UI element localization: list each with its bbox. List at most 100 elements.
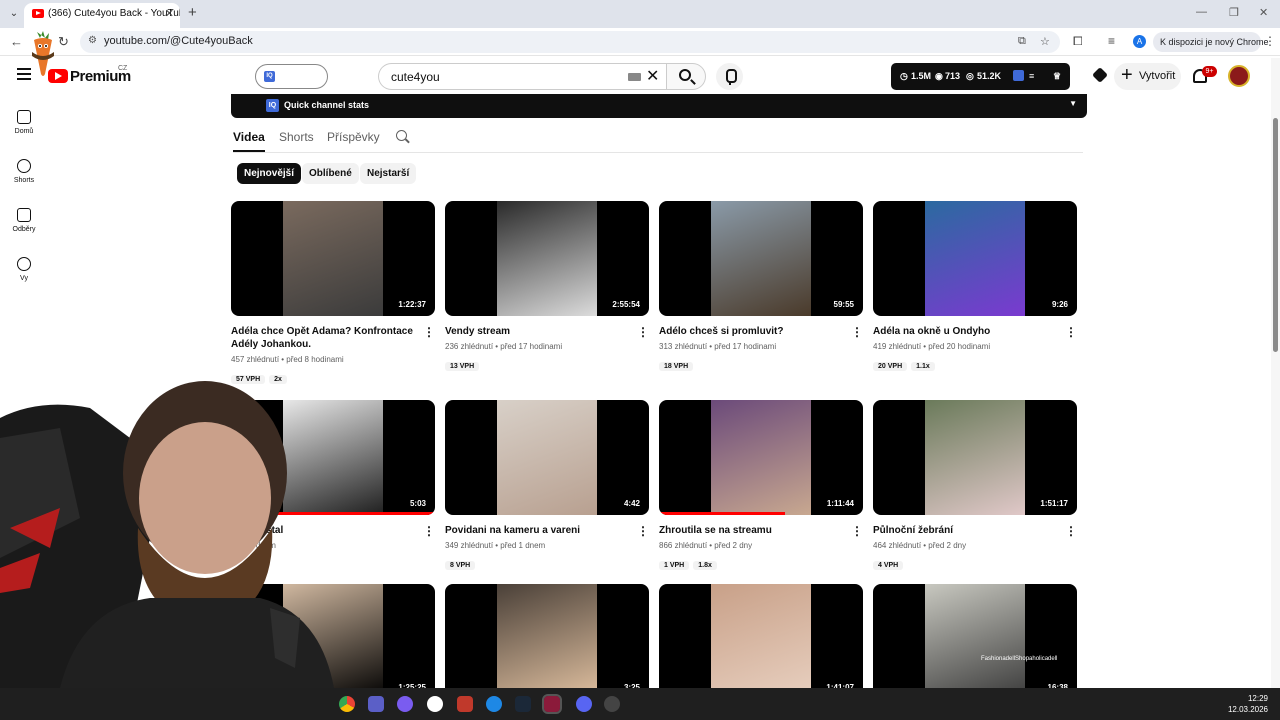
video-menu-icon[interactable]: ⋮ <box>637 325 649 339</box>
video-card[interactable]: 1:51:17 Půlnoční žebrání 464 zhlédnutí • p… <box>873 400 1077 570</box>
video-age: před 17 hodinami <box>714 342 777 351</box>
search-box[interactable]: cute4you ✕ <box>378 63 667 90</box>
trophy-icon[interactable]: ♕ <box>1053 71 1061 82</box>
chip-newest[interactable]: Nejnovější <box>237 163 302 184</box>
chrome-app-icon[interactable] <box>339 696 355 712</box>
media-controls-icon[interactable]: ≡ <box>1108 34 1115 48</box>
video-card[interactable]: 1:41:07 <box>659 584 863 699</box>
hamburger-menu-icon[interactable] <box>17 68 31 80</box>
new-tab-plus-icon[interactable]: + <box>188 4 197 21</box>
clear-search-icon[interactable]: ✕ <box>646 66 659 86</box>
video-thumbnail[interactable]: 3:25 <box>445 584 649 699</box>
vidiq-small-icon[interactable] <box>1013 70 1024 81</box>
tab-posts[interactable]: Příspěvky <box>327 130 380 144</box>
window-close-icon[interactable]: ✕ <box>1259 6 1268 19</box>
video-menu-icon[interactable]: ⋮ <box>1065 325 1077 339</box>
game-app-icon[interactable] <box>457 696 473 712</box>
chrome-menu-icon[interactable]: ⋮ <box>1264 34 1276 48</box>
tab-shorts[interactable]: Shorts <box>279 130 314 144</box>
channel-search-icon[interactable] <box>396 130 407 141</box>
video-views: 464 zhlédnutí <box>873 541 922 550</box>
video-title[interactable]: Povidani na kameru a vareni <box>445 524 649 537</box>
video-menu-icon[interactable]: ⋮ <box>1065 524 1077 538</box>
back-arrow-icon[interactable]: ← <box>10 34 23 49</box>
video-card[interactable]: 59:55 Adélo chceš si promluvit? 313 zhlédn… <box>659 201 863 371</box>
steam-app-icon[interactable] <box>515 696 531 712</box>
video-thumbnail[interactable]: 1:41:07 <box>659 584 863 699</box>
video-thumbnail[interactable]: 2:55:54 <box>445 201 649 316</box>
voice-search-mic-icon[interactable] <box>716 63 743 90</box>
video-title[interactable]: Adéla chce Opět Adama? Konfrontace Adély… <box>231 325 435 351</box>
profile-avatar[interactable]: A <box>1133 35 1146 48</box>
video-card[interactable]: 3:25 <box>445 584 649 699</box>
discord-alt-app-icon[interactable] <box>397 696 413 712</box>
obs-app-icon[interactable] <box>542 694 562 714</box>
video-thumbnail[interactable]: 1:11:44 <box>659 400 863 515</box>
list-icon[interactable]: ≡ <box>1029 71 1034 81</box>
video-menu-icon[interactable]: ⋮ <box>851 524 863 538</box>
quick-channel-stats-bar[interactable]: IQ Quick channel stats ▼ <box>231 94 1087 118</box>
extensions-puzzle-icon[interactable]: ⧠ <box>1073 34 1083 49</box>
page-scrollbar[interactable] <box>1271 58 1280 688</box>
video-title[interactable]: Adélo chceš si promluvit? <box>659 325 863 338</box>
vidiq-button[interactable]: IQ <box>255 64 328 89</box>
video-thumbnail[interactable]: 1:51:17 <box>873 400 1077 515</box>
video-thumbnail[interactable]: 1:22:37 <box>231 201 435 316</box>
sidebar-item-subscriptions[interactable]: Odběry <box>0 208 48 233</box>
omnibox[interactable]: ⚙ youtube.com/@Cute4youBack ⧉ ☆ <box>80 31 1060 53</box>
search-button[interactable] <box>666 63 706 90</box>
site-info-icon[interactable]: ⚙ <box>88 35 97 46</box>
video-card[interactable]: FashionadellShopaholicadell16:38 <box>873 584 1077 699</box>
video-age: před 8 hodinami <box>286 355 344 364</box>
install-app-icon[interactable]: ⧉ <box>1018 35 1026 48</box>
sidebar-item-shorts[interactable]: Shorts <box>0 159 48 184</box>
scrollbar-thumb[interactable] <box>1273 118 1278 352</box>
video-card[interactable]: 1:11:44 Zhroutila se na streamu 866 zhlédn… <box>659 400 863 570</box>
video-title[interactable]: Adéla na okně u Ondyho <box>873 325 1077 338</box>
bookmark-star-icon[interactable]: ☆ <box>1040 35 1050 48</box>
sidebar-item-home[interactable]: Domů <box>0 110 48 135</box>
vph-badge: 20 VPH <box>873 362 908 371</box>
maximize-icon[interactable]: ❐ <box>1229 6 1239 19</box>
tab-search-chevron-icon[interactable]: ⌄ <box>6 6 22 22</box>
tab-close-icon[interactable]: ✕ <box>165 3 174 25</box>
search-input[interactable]: cute4you <box>391 70 440 84</box>
shorts-create-icon[interactable] <box>1092 67 1108 83</box>
teams-app-icon[interactable] <box>368 696 384 712</box>
video-menu-icon[interactable]: ⋮ <box>851 325 863 339</box>
create-button[interactable]: Vytvořit <box>1114 62 1181 90</box>
discord-app-icon[interactable] <box>576 696 592 712</box>
video-thumbnail[interactable]: 4:42 <box>445 400 649 515</box>
browser-tab-youtube[interactable]: (366) Cute4you Back - YouTube ✕ <box>24 3 180 28</box>
settings-app-icon[interactable] <box>604 696 620 712</box>
keyboard-icon[interactable] <box>628 73 641 81</box>
chip-popular[interactable]: Oblíbené <box>302 163 359 184</box>
video-card[interactable]: 4:42 Povidani na kameru a vareni 349 zhléd… <box>445 400 649 570</box>
tab-videos[interactable]: Videa <box>233 130 265 152</box>
video-thumbnail[interactable]: 59:55 <box>659 201 863 316</box>
wordpad-app-icon[interactable] <box>427 696 443 712</box>
reload-icon[interactable]: ↻ <box>58 34 69 50</box>
video-thumbnail[interactable]: 9:26 <box>873 201 1077 316</box>
video-title[interactable]: Zhroutila se na streamu <box>659 524 863 537</box>
video-menu-icon[interactable]: ⋮ <box>423 325 435 339</box>
edge-app-icon[interactable] <box>486 696 502 712</box>
video-card[interactable]: 1:22:37 Adéla chce Opět Adama? Konfrontac… <box>231 201 435 384</box>
video-card[interactable]: 9:26 Adéla na okně u Ondyho 419 zhlédnutí … <box>873 201 1077 371</box>
vidiq-stats-panel[interactable]: ◷ 1.5M ◉ 713 ◎ 51.2K ≡ ♕ <box>891 63 1070 90</box>
chevron-down-icon[interactable]: ▼ <box>1069 99 1077 108</box>
video-menu-icon[interactable]: ⋮ <box>637 524 649 538</box>
minimize-icon[interactable]: — <box>1196 6 1207 18</box>
video-menu-icon[interactable]: ⋮ <box>423 524 435 538</box>
video-card[interactable]: 2:55:54 Vendy stream 236 zhlédnutí • před … <box>445 201 649 371</box>
video-title[interactable]: Půlnoční žebrání <box>873 524 1077 537</box>
chip-oldest[interactable]: Nejstarší <box>360 163 417 184</box>
sidebar-item-label: Vy <box>20 275 28 282</box>
video-thumbnail[interactable]: FashionadellShopaholicadell16:38 <box>873 584 1077 699</box>
system-clock[interactable]: 12:29 12.03.2026 <box>1228 693 1268 715</box>
url-text[interactable]: youtube.com/@Cute4youBack <box>104 35 253 47</box>
video-title[interactable]: Vendy stream <box>445 325 649 338</box>
sidebar-item-you[interactable]: Vy <box>0 257 48 282</box>
update-chrome-button[interactable]: K dispozici je nový Chrome <box>1153 32 1269 52</box>
account-avatar[interactable] <box>1228 65 1250 87</box>
